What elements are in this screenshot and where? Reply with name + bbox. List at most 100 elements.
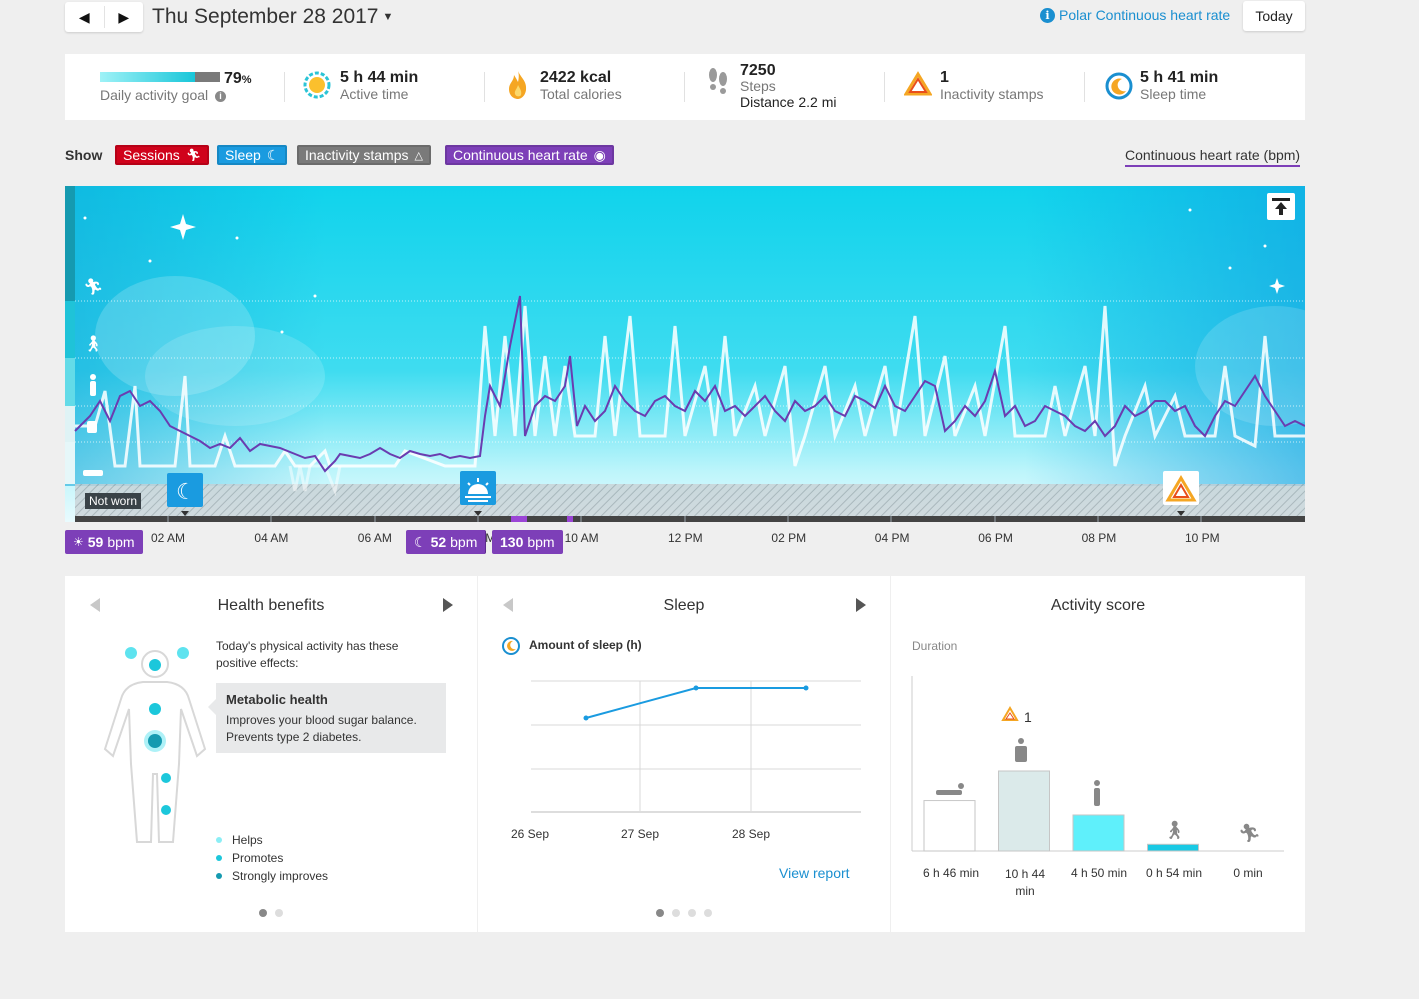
walking-icon: 🚶︎ xyxy=(1163,820,1186,841)
footprints-icon xyxy=(709,68,727,94)
inactivity-stamp-icon xyxy=(904,71,932,96)
view-report-link[interactable]: View report xyxy=(779,865,850,881)
activity-inactivity-count: 1 xyxy=(1024,709,1032,725)
metabolic-health-text: Improves your blood sugar balance. Preve… xyxy=(226,713,417,744)
activity-bar xyxy=(923,800,976,852)
sleep-card-title: Sleep xyxy=(663,597,705,614)
min-hr-day-badge: ☀ 59 bpm xyxy=(65,530,143,554)
toggle-sleep-label: Sleep xyxy=(225,147,261,163)
polar-hr-link[interactable]: i Polar Continuous heart rate xyxy=(1040,7,1230,23)
benefit-legend: Helps Promotes Strongly improves xyxy=(216,831,328,885)
next-day-button[interactable]: ▶ xyxy=(105,2,144,32)
sleep-time-icon xyxy=(1105,72,1133,100)
lying-icon-head xyxy=(958,783,964,789)
bar-label: 0 h 54 min xyxy=(1145,866,1203,880)
duration-label: Duration xyxy=(912,639,958,653)
next-arrow-icon[interactable] xyxy=(443,598,453,612)
metabolic-health-box: Metabolic health Improves your blood sug… xyxy=(208,683,446,753)
next-arrow-icon[interactable] xyxy=(856,598,866,612)
pager-dot xyxy=(672,909,680,917)
legend-promotes: Promotes xyxy=(216,849,328,867)
pager-dot xyxy=(656,909,664,917)
health-benefits-card: Health benefits Today's physical activit… xyxy=(65,576,477,932)
sleep-card: Sleep Amount of sleep (h) 26 Sep 27 Sep … xyxy=(478,576,890,932)
sleep-line-chart xyxy=(531,680,861,813)
sleep-summary: 5 h 41 min Sleep time xyxy=(1104,54,1284,120)
daily-activity-chart: 🏃︎ 🚶︎ ☾ Not worn xyxy=(65,186,1305,522)
svg-text:☾: ☾ xyxy=(176,480,196,505)
time-axis-label: 08 PM xyxy=(1081,531,1117,545)
min-hr-sleep-badge: ☾ 52 bpm xyxy=(406,530,487,554)
active-time-icon xyxy=(303,71,331,99)
sitting-icon xyxy=(1015,746,1027,762)
toggle-sessions-label: Sessions xyxy=(123,147,180,163)
active-time-value: 5 h 44 min xyxy=(340,69,419,86)
lying-icon xyxy=(936,790,962,795)
health-pager[interactable] xyxy=(259,909,283,917)
inactivity-stamp-icon xyxy=(1001,706,1019,721)
inactivity-value: 1 xyxy=(940,69,949,86)
pager-dot xyxy=(259,909,267,917)
sleep-pager[interactable] xyxy=(656,909,712,917)
time-axis-label: 12 PM xyxy=(668,531,703,545)
export-button[interactable] xyxy=(1267,193,1295,220)
running-icon: 🏃︎ xyxy=(185,148,202,162)
activity-duration-chart: 🚶︎ 🏃︎ xyxy=(911,676,1284,852)
sleep-point xyxy=(693,685,699,691)
walking-icon: 🚶︎ xyxy=(83,334,103,353)
standing-icon xyxy=(1094,788,1100,806)
pager-dot xyxy=(688,909,696,917)
toggle-continuous-hr[interactable]: Continuous heart rate ◉ xyxy=(445,145,614,165)
callout-pointer xyxy=(208,699,216,715)
today-button[interactable]: Today xyxy=(1243,1,1305,31)
sleep-x-label: 27 Sep xyxy=(621,827,660,841)
calories-value: 2422 kcal xyxy=(540,69,612,86)
sleep-time-label: Sleep time xyxy=(1140,86,1207,102)
metabolic-health-title: Metabolic health xyxy=(226,692,328,707)
not-worn-label: Not worn xyxy=(85,493,142,509)
body-figure-icon xyxy=(103,647,207,843)
legend-helps: Helps xyxy=(216,831,328,849)
inactivity-summary: 1 Inactivity stamps xyxy=(904,54,1084,120)
toggle-inactivity[interactable]: Inactivity stamps △ xyxy=(297,145,431,165)
active-time-summary: 5 h 44 min Active time xyxy=(302,54,482,120)
health-intro: Today's physical activity has these posi… xyxy=(216,639,399,670)
toggle-sleep[interactable]: Sleep ☾ xyxy=(217,145,288,165)
moon-icon: ☾ xyxy=(414,533,427,550)
flame-icon xyxy=(509,71,527,99)
time-axis-label: 04 AM xyxy=(254,531,289,545)
goal-percent: 79% xyxy=(224,70,252,87)
running-icon: 🏃︎ xyxy=(1238,823,1261,844)
sleep-x-label: 28 Sep xyxy=(732,827,771,841)
running-icon: 🏃︎ xyxy=(83,277,103,296)
calories-summary: 2422 kcal Total calories xyxy=(505,54,685,120)
moon-icon: ☾ xyxy=(266,146,280,163)
time-axis-label: 02 AM xyxy=(151,531,186,545)
time-axis-label: 10 PM xyxy=(1185,531,1220,545)
time-axis-label: 02 PM xyxy=(771,531,807,545)
pager-dot xyxy=(275,909,283,917)
time-axis-label: 06 PM xyxy=(978,531,1013,545)
date-title: Thu September 28 2017 xyxy=(152,5,379,28)
sleep-x-label: 26 Sep xyxy=(511,827,550,841)
previous-day-button[interactable]: ◀ xyxy=(65,2,104,32)
info-icon: i xyxy=(1040,7,1055,23)
activity-bar xyxy=(998,770,1050,852)
activity-goal-summary[interactable]: 79% Daily activity goal i xyxy=(65,54,280,120)
activity-bar xyxy=(1147,843,1199,852)
toggle-hr-label: Continuous heart rate xyxy=(453,147,588,163)
sleep-chart-subtitle: Amount of sleep (h) xyxy=(529,638,642,652)
bar-label: 10 h 44 min xyxy=(1004,867,1046,898)
time-axis-label: 04 PM xyxy=(874,531,910,545)
health-benefits-title: Health benefits xyxy=(217,597,325,614)
steps-summary: 7250 Steps Distance 2.2 mi xyxy=(705,54,885,120)
bar-label: 0 min xyxy=(1233,866,1263,880)
active-time-label: Active time xyxy=(340,86,409,102)
date-selector[interactable]: Thu September 28 2017 ▼ xyxy=(152,5,393,29)
pager-dot xyxy=(704,909,712,917)
toggle-sessions[interactable]: Sessions 🏃︎ xyxy=(115,145,210,165)
info-icon[interactable]: i xyxy=(215,91,227,102)
time-axis-label: 10 AM xyxy=(564,531,599,545)
show-label: Show xyxy=(65,147,103,163)
polar-hr-link-label: Polar Continuous heart rate xyxy=(1059,7,1231,23)
